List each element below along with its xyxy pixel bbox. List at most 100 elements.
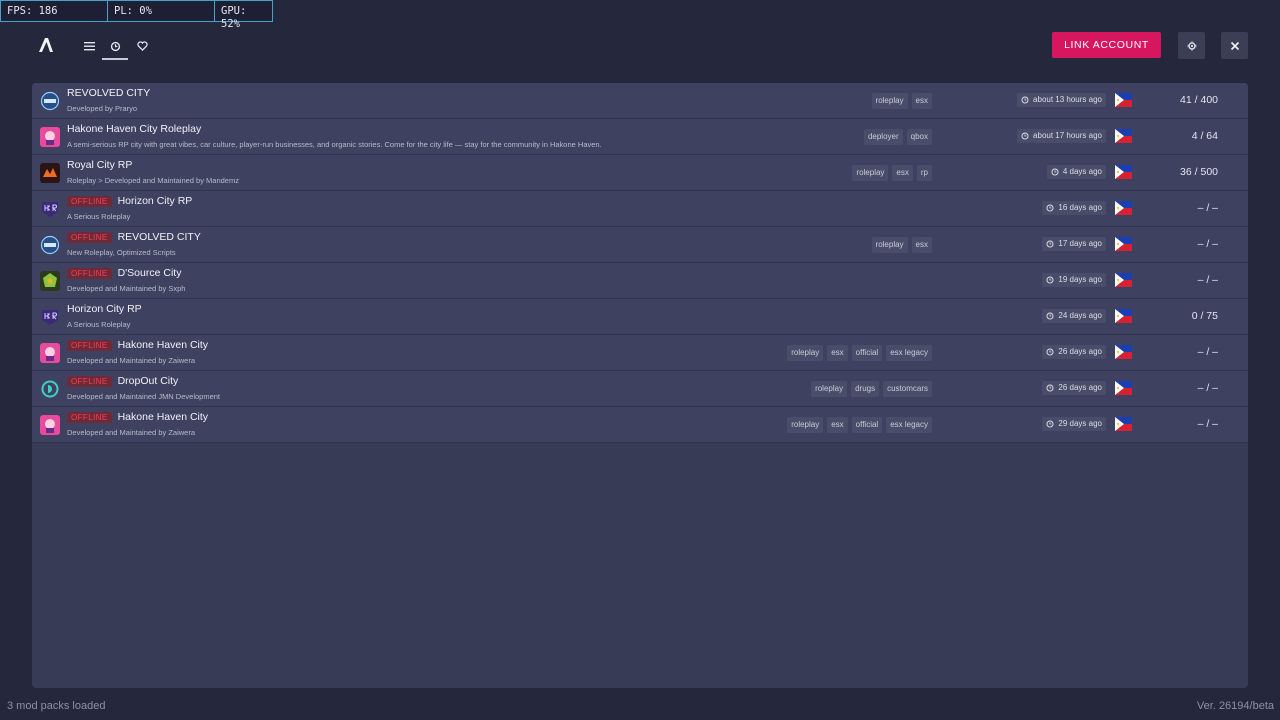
player-count: – / – bbox=[1197, 382, 1218, 394]
server-description: New Roleplay, Optimized Scripts bbox=[67, 248, 176, 257]
offline-badge: OFFLINE bbox=[67, 339, 112, 351]
close-icon[interactable] bbox=[1221, 32, 1248, 59]
server-title-line: REVOLVED CITY bbox=[67, 87, 150, 99]
last-seen-text: about 17 hours ago bbox=[1033, 131, 1102, 140]
menu-icon[interactable] bbox=[76, 36, 102, 56]
time-clock-icon bbox=[1046, 204, 1054, 212]
hakone-logo-icon bbox=[40, 343, 60, 363]
server-tag[interactable]: esx bbox=[911, 237, 932, 253]
server-tag[interactable]: official bbox=[851, 417, 883, 433]
last-seen-badge: about 17 hours ago bbox=[1017, 129, 1106, 143]
philippines-flag-icon bbox=[1115, 129, 1132, 143]
server-row[interactable]: OFFLINE Hakone Haven City Developed and Ma… bbox=[32, 335, 1248, 371]
server-tag[interactable]: rp bbox=[916, 165, 932, 181]
server-tag[interactable]: esx bbox=[827, 345, 848, 361]
last-seen-text: 16 days ago bbox=[1058, 203, 1102, 212]
time-clock-icon bbox=[1046, 384, 1054, 392]
last-seen-text: 29 days ago bbox=[1058, 419, 1102, 428]
server-name: Hakone Haven City bbox=[117, 411, 209, 423]
server-row[interactable]: OFFLINE Horizon City RP A Serious Roleplay… bbox=[32, 191, 1248, 227]
server-tag[interactable]: roleplay bbox=[787, 417, 824, 433]
server-tag[interactable]: roleplay bbox=[871, 237, 908, 253]
time-clock-icon bbox=[1046, 240, 1054, 248]
history-icon[interactable] bbox=[102, 36, 128, 60]
server-list[interactable]: REVOLVED CITY Developed by Praryo roleplay… bbox=[32, 83, 1248, 688]
player-count: – / – bbox=[1197, 346, 1218, 358]
time-clock-icon bbox=[1046, 276, 1054, 284]
server-description: Developed and Maintained by Sxph bbox=[67, 284, 186, 293]
packet-loss-readout: PL: 0% bbox=[108, 1, 215, 21]
settings-gear-icon[interactable] bbox=[1178, 32, 1205, 59]
server-tags: roleplay esx bbox=[871, 93, 932, 109]
hcr-logo-icon bbox=[40, 199, 60, 219]
philippines-flag-icon bbox=[1115, 345, 1132, 359]
server-tag[interactable]: customcars bbox=[883, 381, 932, 397]
server-row[interactable]: Royal City RP Roleplay > Developed and Ma… bbox=[32, 155, 1248, 191]
offline-badge: OFFLINE bbox=[67, 411, 112, 423]
link-account-button[interactable]: LINK ACCOUNT bbox=[1052, 32, 1161, 58]
server-title-line: Royal City RP bbox=[67, 159, 132, 171]
revolved-logo-icon bbox=[40, 235, 60, 255]
last-seen-badge: 19 days ago bbox=[1042, 273, 1106, 287]
server-description: A semi-serious RP city with great vibes,… bbox=[67, 140, 602, 149]
server-description: A Serious Roleplay bbox=[67, 320, 131, 329]
favorites-heart-icon[interactable] bbox=[129, 36, 155, 56]
last-seen-badge: 4 days ago bbox=[1046, 165, 1106, 179]
philippines-flag-icon bbox=[1115, 93, 1132, 107]
last-seen-badge: 26 days ago bbox=[1042, 381, 1106, 395]
server-tag[interactable]: roleplay bbox=[871, 93, 908, 109]
player-count: – / – bbox=[1197, 202, 1218, 214]
server-tag[interactable]: roleplay bbox=[787, 345, 824, 361]
server-name: D'Source City bbox=[117, 267, 182, 279]
server-row[interactable]: OFFLINE D'Source City Developed and Mainta… bbox=[32, 263, 1248, 299]
server-description: Developed by Praryo bbox=[67, 104, 138, 113]
server-tag[interactable]: esx legacy bbox=[886, 417, 932, 433]
server-name: Horizon City RP bbox=[117, 195, 193, 207]
player-count: 36 / 500 bbox=[1180, 166, 1218, 178]
server-tag[interactable]: esx bbox=[827, 417, 848, 433]
server-title-line: OFFLINE Hakone Haven City bbox=[67, 411, 208, 423]
server-tags: roleplay esx official esx legacy bbox=[787, 345, 932, 361]
philippines-flag-icon bbox=[1115, 381, 1132, 395]
philippines-flag-icon bbox=[1115, 237, 1132, 251]
server-row[interactable]: Horizon City RP A Serious Roleplay 24 days… bbox=[32, 299, 1248, 335]
server-description: Developed and Maintained by Zaiwera bbox=[67, 428, 195, 437]
philippines-flag-icon bbox=[1115, 417, 1132, 431]
server-row[interactable]: REVOLVED CITY Developed by Praryo roleplay… bbox=[32, 83, 1248, 119]
fps-readout: FPS: 186 bbox=[1, 1, 108, 21]
last-seen-badge: 29 days ago bbox=[1042, 417, 1106, 431]
player-count: – / – bbox=[1197, 238, 1218, 250]
perf-overlay: FPS: 186 PL: 0% GPU: 52% bbox=[0, 0, 273, 30]
server-title-line: OFFLINE Hakone Haven City bbox=[67, 339, 208, 351]
server-tag[interactable]: drugs bbox=[851, 381, 880, 397]
server-title-line: OFFLINE D'Source City bbox=[67, 267, 181, 279]
last-seen-text: about 13 hours ago bbox=[1033, 95, 1102, 104]
server-row[interactable]: OFFLINE REVOLVED CITY New Roleplay, Optimi… bbox=[32, 227, 1248, 263]
fivem-logo-icon[interactable] bbox=[37, 36, 55, 54]
server-tag[interactable]: roleplay bbox=[811, 381, 848, 397]
server-row[interactable]: OFFLINE DropOut City Developed and Maintai… bbox=[32, 371, 1248, 407]
server-tag[interactable]: esx bbox=[911, 93, 932, 109]
player-count: 4 / 64 bbox=[1191, 130, 1218, 142]
server-tags: roleplay drugs customcars bbox=[811, 381, 932, 397]
server-tag[interactable]: roleplay bbox=[852, 165, 889, 181]
player-count: 41 / 400 bbox=[1180, 94, 1218, 106]
last-seen-badge: 26 days ago bbox=[1042, 345, 1106, 359]
philippines-flag-icon bbox=[1115, 273, 1132, 287]
server-name: Hakone Haven City bbox=[117, 339, 209, 351]
offline-badge: OFFLINE bbox=[67, 231, 112, 243]
server-name: DropOut City bbox=[117, 375, 179, 387]
last-seen-text: 17 days ago bbox=[1058, 239, 1102, 248]
time-clock-icon bbox=[1046, 348, 1054, 356]
server-tag[interactable]: qbox bbox=[906, 129, 932, 145]
server-row[interactable]: OFFLINE Hakone Haven City Developed and Ma… bbox=[32, 407, 1248, 443]
server-row[interactable]: Hakone Haven City Roleplay A semi-serious… bbox=[32, 119, 1248, 155]
server-description: Roleplay > Developed and Maintained by M… bbox=[67, 176, 239, 185]
server-tag[interactable]: esx bbox=[892, 165, 913, 181]
server-tag[interactable]: official bbox=[851, 345, 883, 361]
server-title-line: OFFLINE DropOut City bbox=[67, 375, 178, 387]
revolved-logo-icon bbox=[40, 91, 60, 111]
server-tag[interactable]: deployer bbox=[863, 129, 903, 145]
server-tag[interactable]: esx legacy bbox=[886, 345, 932, 361]
server-name: Hakone Haven City Roleplay bbox=[67, 123, 202, 135]
